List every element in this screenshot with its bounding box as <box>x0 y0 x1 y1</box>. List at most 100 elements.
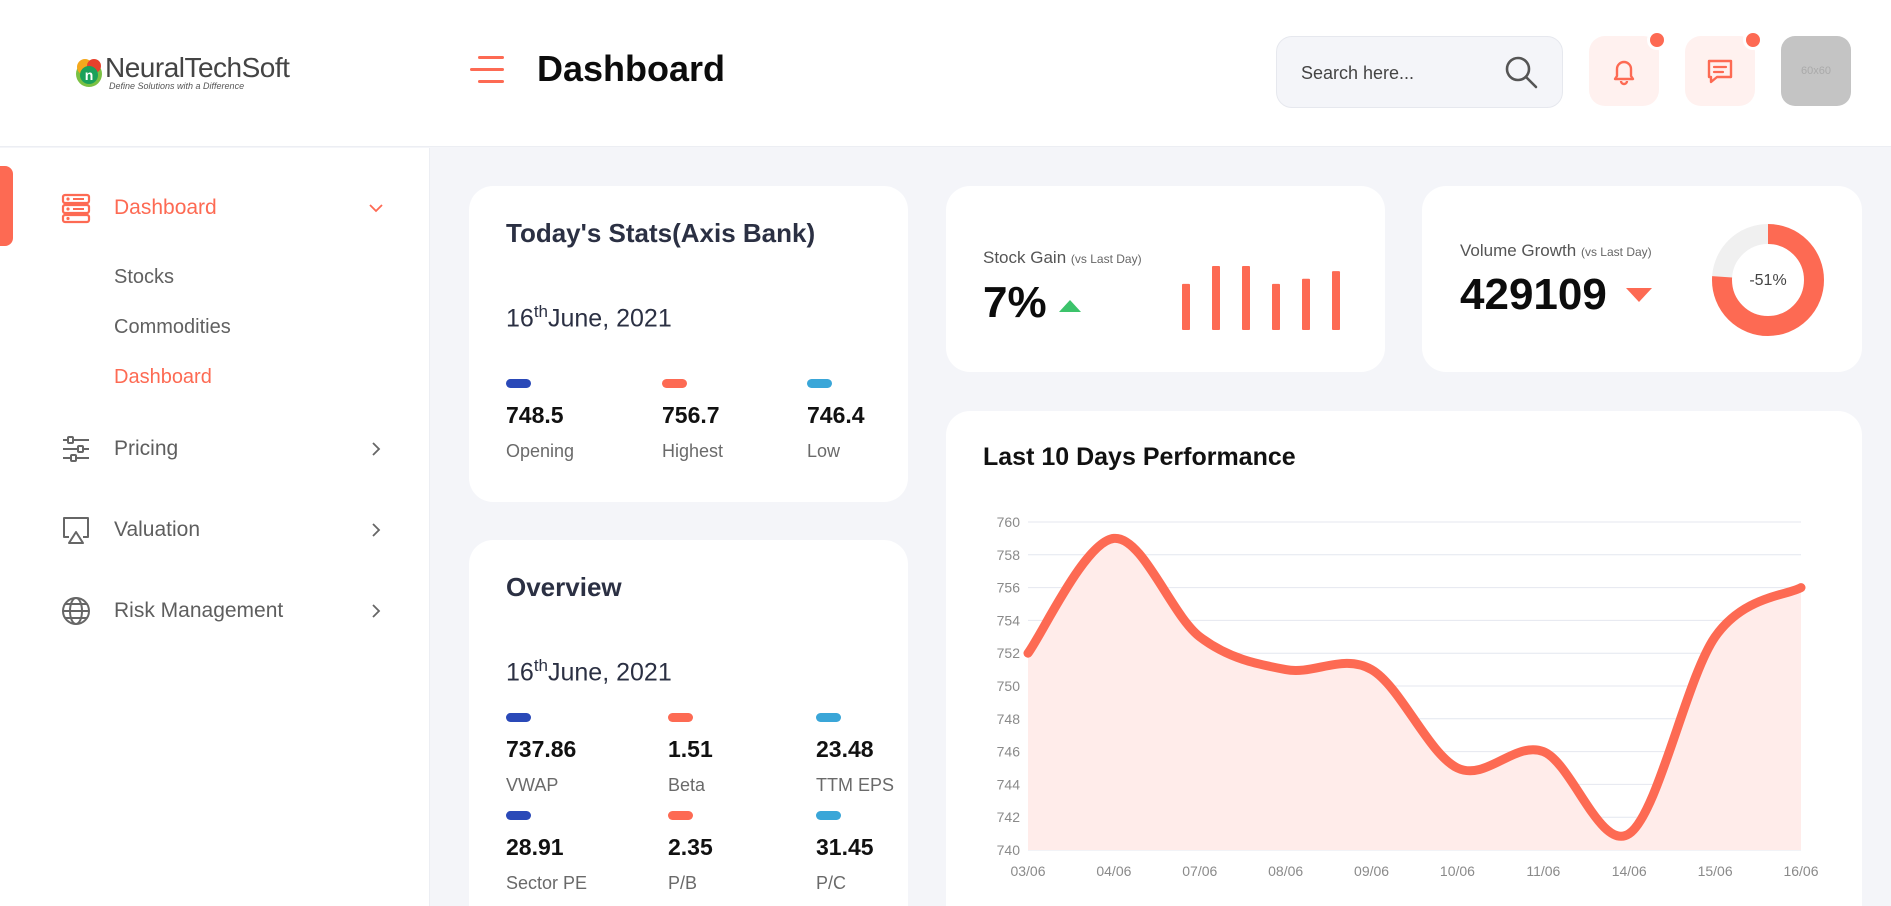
stat-label: TTM EPS <box>816 775 895 795</box>
legend-marker <box>668 713 693 722</box>
sidebar-item-dashboard[interactable]: Dashboard <box>0 182 430 232</box>
page-title: Dashboard <box>537 48 726 89</box>
stat-label: Highest <box>662 441 724 461</box>
x-tick-label: 08/06 <box>1268 863 1303 879</box>
y-tick-label: 754 <box>997 612 1021 628</box>
card-title: Today's Stats(Axis Bank) <box>506 218 816 248</box>
stat-beta: 1.51 Beta <box>668 713 713 796</box>
legend-marker <box>506 811 531 820</box>
card-title: Overview <box>506 572 622 602</box>
gain-bar <box>1242 266 1250 330</box>
stat-highest: 756.7 Highest <box>662 379 723 462</box>
stats-date: 16thJune, 2021 <box>506 302 672 333</box>
sidebar-item-label: Valuation <box>114 518 201 541</box>
stat-value: 756.7 <box>662 402 720 428</box>
submenu-item-dashboard[interactable]: Dashboard <box>114 366 212 389</box>
airplay-icon <box>63 517 89 544</box>
y-tick-label: 740 <box>997 842 1021 858</box>
messages-button[interactable] <box>1685 30 1763 106</box>
notification-badge <box>1647 30 1667 50</box>
search-input[interactable] <box>1301 57 1501 89</box>
stat-label: Sector PE <box>506 873 588 893</box>
legend-marker <box>816 811 841 820</box>
stat-label: P/C <box>816 873 847 893</box>
chevron-down-icon[interactable] <box>366 198 386 218</box>
stat-pb: 2.35 P/B <box>668 811 713 894</box>
legend-marker <box>807 379 832 388</box>
sidebar-item-risk-management[interactable]: Risk Management <box>0 585 430 635</box>
top-header: n NeuralTechSoft Define Solutions with a… <box>0 0 1891 147</box>
logo-letter: n <box>85 67 94 83</box>
x-tick-label: 11/06 <box>1526 863 1560 879</box>
y-tick-label: 750 <box>997 678 1021 694</box>
x-tick-label: 15/06 <box>1698 863 1733 879</box>
submenu-item-commodities[interactable]: Commodities <box>114 316 231 339</box>
y-tick-label: 746 <box>997 744 1021 760</box>
sidebar-item-pricing[interactable]: Pricing <box>0 423 430 473</box>
logo-tagline: Define Solutions with a Difference <box>109 81 245 91</box>
search-icon[interactable] <box>1502 53 1540 91</box>
x-tick-label: 04/06 <box>1096 863 1131 879</box>
logo-mark-icon: n <box>76 59 102 87</box>
avatar[interactable]: 60x60 <box>1781 36 1851 106</box>
x-tick-label: 03/06 <box>1010 863 1045 879</box>
overview-date: 16thJune, 2021 <box>506 656 672 687</box>
sidebar-item-label: Pricing <box>114 437 179 460</box>
y-tick-label: 744 <box>997 776 1021 792</box>
kpi-sublabel: (vs Last Day) <box>1070 252 1142 266</box>
kpi-label: Stock Gain (vs Last Day) <box>983 248 1142 267</box>
chevron-right-icon[interactable] <box>366 520 386 540</box>
y-tick-label: 756 <box>997 580 1021 596</box>
trend-up-icon <box>1059 300 1081 312</box>
legend-marker <box>506 713 531 722</box>
menu-toggle-icon[interactable] <box>470 56 504 86</box>
kpi-label: Volume Growth (vs Last Day) <box>1460 241 1652 260</box>
stat-low: 746.4 Low <box>807 379 865 462</box>
submenu-item-stocks[interactable]: Stocks <box>114 266 174 289</box>
overview-card: Overview 16thJune, 2021 737.86 VWAP 1.51… <box>469 540 908 906</box>
sidebar-item-valuation[interactable]: Valuation <box>0 504 430 554</box>
gain-bar <box>1182 283 1190 330</box>
y-tick-label: 752 <box>997 645 1021 661</box>
y-tick-label: 742 <box>997 809 1021 825</box>
sidebar: Dashboard Stocks Commodities Dashboard P… <box>0 148 430 906</box>
notifications-button[interactable] <box>1589 30 1667 106</box>
stat-value: 23.48 <box>816 736 874 762</box>
donut-label: -51% <box>1749 272 1786 289</box>
stat-vwap: 737.86 VWAP <box>506 713 576 796</box>
x-tick-label: 07/06 <box>1182 863 1217 879</box>
company-logo[interactable]: n NeuralTechSoft Define Solutions with a… <box>74 52 314 96</box>
stat-label: P/B <box>668 873 698 893</box>
performance-chart-card: Last 10 Days Performance 740 742 744 746 748… <box>946 411 1862 906</box>
gain-bar <box>1302 278 1310 330</box>
y-tick-label: 760 <box>997 514 1021 530</box>
mini-bar-chart <box>1182 266 1340 330</box>
stat-opening: 748.5 Opening <box>506 379 574 462</box>
volume-donut-chart: -51% <box>1712 224 1824 336</box>
gain-bar <box>1332 271 1340 330</box>
logo-name: NeuralTechSoft <box>105 52 290 83</box>
performance-area-chart: 740 742 744 746 748 750 752 754 756 758 760 03/06 04… <box>997 514 1819 879</box>
stat-value: 746.4 <box>807 402 865 428</box>
legend-marker <box>668 811 693 820</box>
x-tick-label: 09/06 <box>1354 863 1389 879</box>
stat-value: 2.35 <box>668 834 713 860</box>
stat-label: VWAP <box>506 775 559 795</box>
stat-label: Opening <box>506 441 575 461</box>
stat-value: 31.45 <box>816 834 874 860</box>
stock-gain-card: Stock Gain (vs Last Day) 7% <box>946 186 1385 372</box>
chevron-right-icon[interactable] <box>366 601 386 621</box>
chat-icon <box>1707 59 1733 84</box>
x-tick-label: 10/06 <box>1440 863 1475 879</box>
stat-value: 737.86 <box>506 736 577 762</box>
sidebar-item-label: Dashboard <box>114 196 217 219</box>
gain-bar <box>1212 266 1220 330</box>
stat-value: 748.5 <box>506 402 564 428</box>
sidebar-item-label: Risk Management <box>114 599 284 622</box>
x-tick-label: 16/06 <box>1783 863 1818 879</box>
sliders-icon <box>63 436 89 462</box>
bell-icon <box>1613 60 1635 86</box>
chevron-right-icon[interactable] <box>366 439 386 459</box>
kpi-sublabel: (vs Last Day) <box>1580 245 1652 259</box>
stat-label: Beta <box>668 775 706 795</box>
